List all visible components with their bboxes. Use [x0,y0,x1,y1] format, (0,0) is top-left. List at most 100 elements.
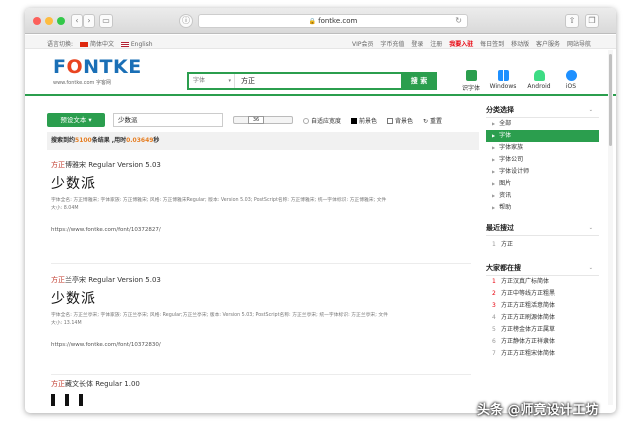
scrollbar-thumb[interactable] [609,54,612,146]
popular-item[interactable]: 2方正中等线方正粗黑 [486,288,599,300]
sidebar-toggle-icon[interactable]: ▭ [99,14,113,28]
popular-title: 大家都在搜⌄ [486,260,599,276]
lock-icon: 🔒 [309,18,316,25]
result-summary: 搜索到约5100条结果 ,用时0.03649秒 [47,132,479,150]
forward-icon[interactable]: › [83,14,95,28]
font-name-link[interactable]: 方正藏文长体 Regular 1.00 [51,379,471,389]
app-recognize[interactable]: 识字体 [455,70,487,92]
popular-item[interactable]: 7方正方正粗宋体简体 [486,348,599,360]
font-name-link[interactable]: 方正博雅宋 Regular Version 5.03 [51,160,471,170]
reload-icon[interactable]: ↻ [455,15,462,27]
result-item: 方正藏文长体 Regular 1.00 [51,379,471,413]
category-item[interactable]: ▶全部 [486,118,599,130]
search-input[interactable] [241,74,401,88]
vip-link[interactable]: VIP会员 [352,41,374,48]
font-preview[interactable]: 少数派 [51,288,471,308]
mobile-link[interactable]: 移动版 [511,41,529,48]
popular-item[interactable]: 4方正方正刷源体简体 [486,312,599,324]
font-name-link[interactable]: 方正兰亭宋 Regular Version 5.03 [51,275,471,285]
recent-title: 最近搜过⌄ [486,220,599,236]
category-item[interactable]: ▶资讯 [486,190,599,202]
tabs-icon[interactable]: ❐ [585,14,599,28]
category-item-active[interactable]: ▶字体 [486,130,599,142]
font-preview[interactable] [51,394,471,406]
preview-text-input[interactable]: 少数派 [113,113,223,127]
android-icon [534,70,545,81]
site-topbar: 语言切换: 简体中文 English VIP会员 字币充值 登录 注册 我要入驻… [25,35,616,49]
info-icon[interactable]: ⓘ [179,14,193,28]
site-header: FONTKE www.fontke.com 字客网 字体▾ 搜 索 识字体 Wi… [25,50,616,96]
font-url[interactable]: https://www.fontke.com/font/10372827/ [51,227,471,233]
category-item[interactable]: ▶字体公司 [486,154,599,166]
site-logo[interactable]: FONTKE [53,57,142,77]
minimize-window-button[interactable] [45,17,53,25]
watermark: 头条 @师竟设计工坊 [477,399,599,418]
category-item[interactable]: ▶图片 [486,178,599,190]
login-link[interactable]: 登录 [411,41,423,48]
preset-text-button[interactable]: 预设文本 ▾ [47,113,105,127]
font-recognize-icon [466,70,477,81]
popular-item[interactable]: 1方正汉真广标简体 [486,276,599,288]
chevron-down-icon[interactable]: ⌄ [589,260,593,276]
chevron-down-icon[interactable]: ⌄ [589,102,593,118]
zoom-window-button[interactable] [57,17,65,25]
lang-en-link[interactable]: English [121,41,153,48]
windows-icon [498,70,509,81]
page-scrollbar[interactable] [608,50,613,405]
reset-icon: ↻ [423,118,428,125]
apple-icon [566,70,577,81]
app-ios[interactable]: iOS [555,70,587,90]
category-list: ▶全部 ▶字体 ▶字体家族 ▶字体公司 ▶字体设计师 ▶图片 ▶资讯 ▶帮助 [486,118,599,214]
app-android[interactable]: Android [523,70,555,90]
browser-toolbar: ‹ › ▭ ⓘ 🔒fontke.com ↻ ⇧ ❐ [25,8,616,34]
chevron-down-icon: ▾ [228,74,231,88]
lang-cn-link[interactable]: 简体中文 [80,41,114,48]
foreground-color-picker[interactable]: 前景色 [351,116,377,125]
search-button[interactable]: 搜 索 [401,72,437,90]
recent-section: 最近搜过⌄ 1方正 [486,220,599,254]
browser-window: ‹ › ▭ ⓘ 🔒fontke.com ↻ ⇧ ❐ 语言切换: 简体中文 Eng… [25,8,616,413]
background-color-picker[interactable]: 背景色 [387,116,413,125]
category-item[interactable]: ▶帮助 [486,202,599,214]
popular-item[interactable]: 6方正静体方正祥隶体 [486,336,599,348]
sidebar: 分类选择⌄ ▶全部 ▶字体 ▶字体家族 ▶字体公司 ▶字体设计师 ▶图片 ▶资讯… [486,102,599,360]
fg-swatch [351,118,357,124]
recent-item[interactable]: 1方正 [486,236,599,254]
address-bar[interactable]: 🔒fontke.com ↻ [198,14,468,28]
share-icon[interactable]: ⇧ [565,14,579,28]
bg-swatch [387,118,393,124]
font-size-slider[interactable]: 36 [233,116,293,124]
font-size-value[interactable]: 36 [248,116,264,124]
us-flag-icon [121,42,129,47]
china-flag-icon [80,42,88,47]
checkin-link[interactable]: 每日签到 [480,41,504,48]
service-link[interactable]: 客户服务 [536,41,560,48]
font-preview[interactable]: 少数派 [51,173,471,193]
result-item: 方正博雅宋 Regular Version 5.03 少数派 字体全名: 方正博… [51,160,471,264]
result-item: 方正兰亭宋 Regular Version 5.03 少数派 字体全名: 方正兰… [51,275,471,375]
category-item[interactable]: ▶字体设计师 [486,166,599,178]
preview-controls: 预设文本 ▾ 少数派 36 自适应宽度 前景色 背景色 ↻ 重置 [47,113,472,127]
back-icon[interactable]: ‹ [71,14,83,28]
close-window-button[interactable] [33,17,41,25]
join-link[interactable]: 我要入驻 [449,41,473,48]
site-nav-link[interactable]: 网站导航 [567,41,591,48]
font-url[interactable]: https://www.fontke.com/font/10372830/ [51,342,471,348]
category-item[interactable]: ▶字体家族 [486,142,599,154]
register-link[interactable]: 注册 [430,41,442,48]
font-meta: 字体全名: 方正兰亭宋; 字体家族: 方正兰亭宋; 风格: Regular;方正… [51,312,391,328]
popular-item[interactable]: 5方正榜金体方正属草 [486,324,599,336]
recharge-link[interactable]: 字币充值 [380,41,404,48]
app-windows[interactable]: Windows [487,70,519,90]
reset-button[interactable]: ↻ 重置 [423,116,442,125]
popular-section: 大家都在搜⌄ 1方正汉真广标简体 2方正中等线方正粗黑 3方正方正粗活意简体 4… [486,260,599,360]
categories-title: 分类选择⌄ [486,102,599,118]
auto-width-toggle[interactable]: 自适应宽度 [303,116,341,125]
logo-subtitle: www.fontke.com 字客网 [53,79,111,86]
search-type-select[interactable]: 字体▾ [189,74,235,88]
popular-item[interactable]: 3方正方正粗活意简体 [486,300,599,312]
font-meta: 字体全名: 方正博雅宋; 字体家族: 方正博雅宋; 风格: 方正博雅宋Regul… [51,197,391,213]
chevron-down-icon[interactable]: ⌄ [589,220,593,236]
language-label: 语言切换: [47,41,73,48]
search-box: 字体▾ 搜 索 [187,72,437,90]
